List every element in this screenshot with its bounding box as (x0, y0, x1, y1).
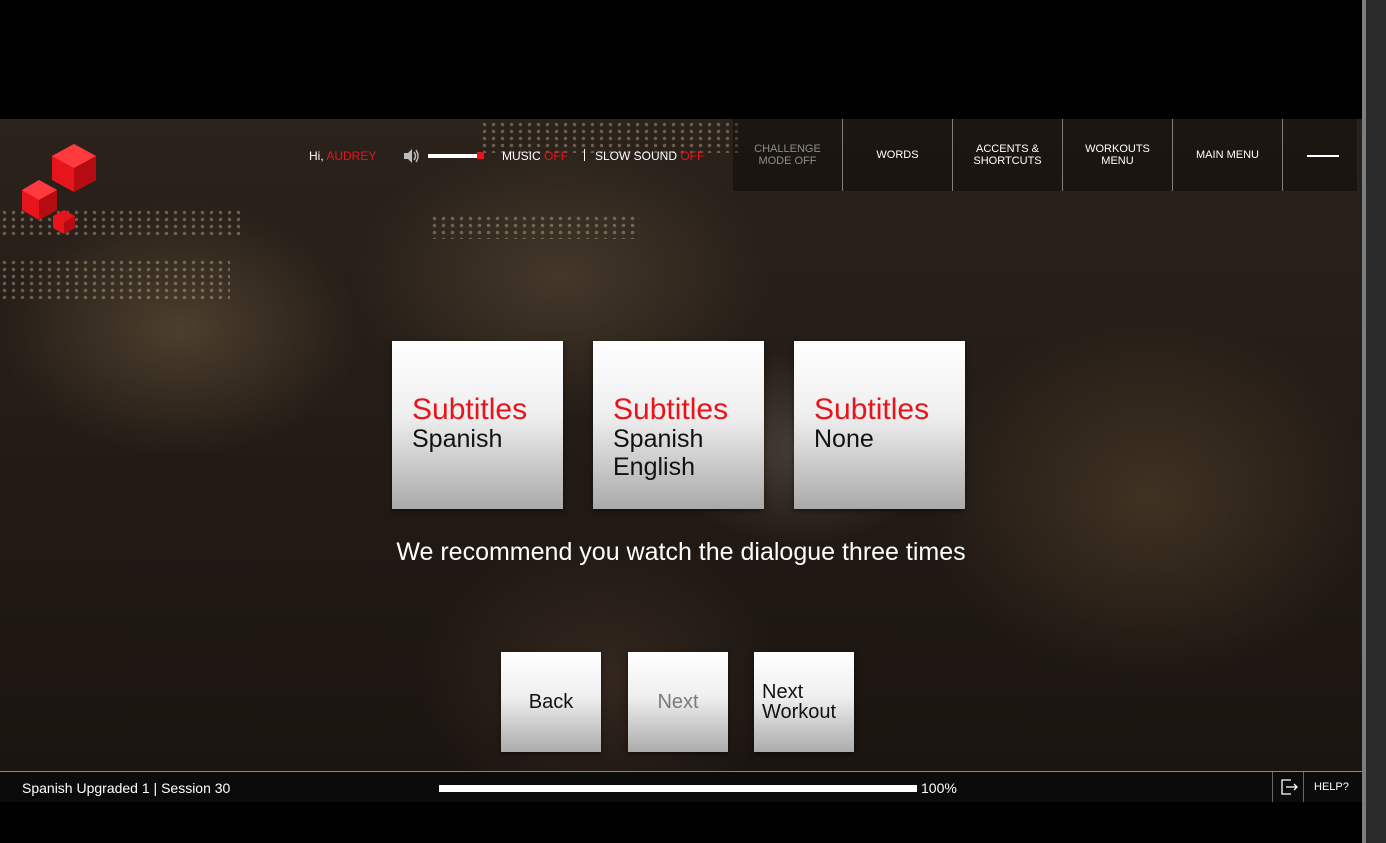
volume-slider-handle[interactable] (477, 152, 484, 159)
nav-main-menu[interactable]: MAIN MENU (1173, 119, 1283, 191)
top-nav: CHALLENGE MODE OFF WORDS ACCENTS & SHORT… (733, 119, 1357, 191)
app-stage: Hi, AUDREY MUSIC OFF SLOW SOUND OFF CHAL… (0, 119, 1362, 802)
subtitle-option-spanish-english[interactable]: Subtitles Spanish English (593, 341, 764, 509)
nav-challenge-mode[interactable]: CHALLENGE MODE OFF (733, 119, 843, 191)
music-label: MUSIC (502, 149, 544, 163)
slow-sound-state: OFF (680, 149, 705, 163)
subtitle-option-none[interactable]: Subtitles None (794, 341, 965, 509)
music-toggle[interactable]: MUSIC OFF (502, 149, 568, 163)
greeting-prefix: Hi, (309, 149, 327, 163)
subtitle-option-heading: Subtitles (613, 393, 729, 426)
speaker-icon[interactable] (402, 147, 420, 165)
subtitle-option-heading: Subtitles (814, 393, 930, 426)
exit-button[interactable] (1272, 772, 1304, 802)
progress-bar (439, 785, 917, 792)
nav-workouts-menu[interactable]: WORKOUTS MENU (1063, 119, 1173, 191)
decor-lights (430, 215, 640, 239)
subtitle-option-language: None (814, 425, 874, 453)
scrollbar-track (1366, 0, 1386, 843)
footer-bar: Spanish Upgraded 1 | Session 30 100% HEL… (0, 771, 1362, 802)
subtitle-option-language: Spanish English (613, 425, 704, 481)
progress-bar-fill (439, 785, 917, 792)
decor-lights (0, 259, 230, 299)
recommendation-text: We recommend you watch the dialogue thre… (396, 538, 966, 566)
next-workout-button[interactable]: Next Workout (754, 652, 854, 752)
user-name: AUDREY (326, 149, 377, 163)
session-label: Spanish Upgraded 1 | Session 30 (22, 780, 231, 796)
hamburger-menu-icon[interactable] (1283, 119, 1357, 191)
slow-sound-label: SLOW SOUND (595, 149, 681, 163)
next-button[interactable]: Next (628, 652, 728, 752)
progress-percent: 100% (921, 780, 957, 796)
subtitle-option-language: Spanish (412, 425, 503, 453)
back-button[interactable]: Back (501, 652, 601, 752)
subtitle-option-heading: Subtitles (412, 393, 528, 426)
slow-sound-toggle[interactable]: SLOW SOUND OFF (595, 149, 704, 163)
exit-icon (1281, 779, 1298, 795)
user-greeting: Hi, AUDREY (309, 149, 376, 163)
page-scrollbar[interactable] (1362, 0, 1386, 843)
music-state: OFF (544, 149, 568, 163)
help-link[interactable]: HELP? (1314, 781, 1349, 793)
nav-words[interactable]: WORDS (843, 119, 953, 191)
toggle-divider (584, 149, 585, 161)
subtitle-option-spanish[interactable]: Subtitles Spanish (392, 341, 563, 509)
volume-slider[interactable] (428, 154, 484, 158)
brand-logo (22, 144, 96, 234)
nav-accents-shortcuts[interactable]: ACCENTS & SHORTCUTS (953, 119, 1063, 191)
